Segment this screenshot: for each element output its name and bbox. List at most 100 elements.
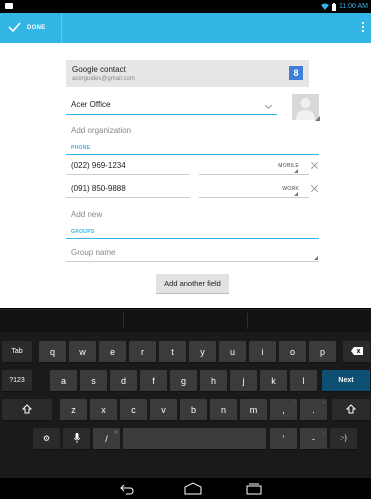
slash-key-hint: @ xyxy=(113,429,118,434)
key-label: s xyxy=(91,376,96,386)
key-x[interactable]: x xyxy=(90,399,117,421)
key-z[interactable]: z xyxy=(60,399,87,421)
key-period[interactable]: .? xyxy=(300,399,327,421)
account-name: Google contact xyxy=(72,65,126,74)
apostrophe-key-label: ' xyxy=(282,434,285,444)
remove-phone-icon[interactable] xyxy=(310,184,319,193)
status-right: 11:00 AM xyxy=(320,2,368,11)
slash-key[interactable]: / @ xyxy=(93,428,120,450)
key-label: v xyxy=(161,405,166,415)
key-d[interactable]: d xyxy=(110,370,137,392)
key-f[interactable]: f xyxy=(140,370,167,392)
tab-key[interactable]: Tab xyxy=(2,341,32,363)
account-email: acerguides@gmail.com xyxy=(72,76,135,82)
google-account-icon: 8 xyxy=(289,66,303,80)
microphone-icon xyxy=(73,433,80,444)
key-t[interactable]: t xyxy=(159,341,186,363)
key-p[interactable]: p xyxy=(309,341,336,363)
key-label: l xyxy=(302,376,305,386)
key-h[interactable]: h xyxy=(200,370,227,392)
groups-header-label: GROUPS xyxy=(71,229,95,235)
key-o[interactable]: o xyxy=(279,341,306,363)
space-bar[interactable] xyxy=(123,428,266,450)
spinner-indicator xyxy=(294,192,298,196)
key-label: y xyxy=(200,347,205,357)
shift-key-left[interactable] xyxy=(2,399,52,421)
key-y[interactable]: y xyxy=(189,341,216,363)
home-icon[interactable] xyxy=(184,482,202,495)
key-c[interactable]: c xyxy=(120,399,147,421)
key-r[interactable]: r xyxy=(129,341,156,363)
key-b[interactable]: b xyxy=(180,399,207,421)
key-j[interactable]: j xyxy=(230,370,257,392)
emoticon-key[interactable]: :-) xyxy=(330,428,357,450)
key-label: r xyxy=(141,347,144,357)
key-label: e xyxy=(109,347,115,357)
add-new-label: Add new xyxy=(71,210,103,219)
soft-keyboard: Tab q w e r t y u i o p ?123 a s d f g h j k l Next z x c v b… xyxy=(0,309,371,478)
key-u[interactable]: u xyxy=(219,341,246,363)
key-label: t xyxy=(171,347,174,357)
key-q[interactable]: q xyxy=(39,341,66,363)
key-n[interactable]: n xyxy=(210,399,237,421)
organization-placeholder: Add organization xyxy=(71,126,132,135)
key-w[interactable]: w xyxy=(69,341,96,363)
notification-icon xyxy=(5,3,13,9)
key-label: j xyxy=(242,376,245,386)
backspace-icon xyxy=(350,347,363,356)
settings-key[interactable]: ⚙ xyxy=(33,428,60,450)
key-label: m xyxy=(249,405,258,415)
overflow-menu-icon[interactable] xyxy=(361,22,365,34)
phone-type-spinner[interactable]: MOBILE xyxy=(199,157,309,175)
add-another-field-button[interactable]: Add another field xyxy=(156,274,229,294)
symbols-mode-key[interactable]: ?123 xyxy=(2,370,32,392)
shift-icon xyxy=(346,404,356,414)
group-name-spinner[interactable]: Group name xyxy=(66,244,319,262)
status-bar: 11:00 AM xyxy=(0,0,371,13)
phone-number-field[interactable]: (022) 969-1234 xyxy=(66,157,190,175)
key-label: i xyxy=(261,347,264,357)
keyboard-settings-icon: ⚙ xyxy=(42,434,51,443)
key-hint: ? xyxy=(322,400,325,405)
shift-icon xyxy=(22,404,32,414)
recent-apps-icon[interactable] xyxy=(246,482,262,495)
name-field[interactable]: Acer Office xyxy=(66,97,277,115)
apostrophe-key[interactable]: ' " xyxy=(270,428,297,450)
voice-input-key[interactable] xyxy=(63,428,90,450)
done-button[interactable]: DONE xyxy=(0,13,62,43)
expand-name-chevron-icon[interactable] xyxy=(264,101,273,110)
phone-type-spinner[interactable]: WORK xyxy=(199,180,309,198)
remove-phone-icon[interactable] xyxy=(310,161,319,170)
phone-number-field[interactable]: (091) 850-9888 xyxy=(66,180,190,198)
backspace-key[interactable] xyxy=(343,341,370,363)
dash-key-label: - xyxy=(312,434,315,444)
next-key[interactable]: Next xyxy=(322,370,370,392)
phone-row-2: (091) 850-9888 WORK xyxy=(66,180,319,198)
contact-photo[interactable] xyxy=(292,94,320,121)
back-icon[interactable] xyxy=(120,482,134,495)
organization-field[interactable]: Add organization xyxy=(66,123,319,139)
key-s[interactable]: s xyxy=(80,370,107,392)
key-label: g xyxy=(180,376,186,386)
key-label: p xyxy=(319,347,325,357)
key-g[interactable]: g xyxy=(170,370,197,392)
key-v[interactable]: v xyxy=(150,399,177,421)
dash-key[interactable]: - _ xyxy=(300,428,327,450)
key-k[interactable]: k xyxy=(260,370,287,392)
groups-section-header: GROUPS xyxy=(66,227,319,239)
key-e[interactable]: e xyxy=(99,341,126,363)
key-l[interactable]: l xyxy=(290,370,317,392)
key-m[interactable]: m xyxy=(240,399,267,421)
slash-key-label: / xyxy=(105,434,108,444)
key-comma[interactable]: ,! xyxy=(270,399,297,421)
phone-header-label: PHONE xyxy=(71,145,91,151)
key-a[interactable]: a xyxy=(50,370,77,392)
group-name-placeholder: Group name xyxy=(71,248,116,257)
key-i[interactable]: i xyxy=(249,341,276,363)
add-new-phone[interactable]: Add new xyxy=(66,207,319,223)
key-label: b xyxy=(190,405,196,415)
key-label: x xyxy=(101,405,106,415)
name-value: Acer Office xyxy=(71,100,111,109)
battery-icon xyxy=(331,2,336,11)
shift-key-right[interactable] xyxy=(332,399,370,421)
